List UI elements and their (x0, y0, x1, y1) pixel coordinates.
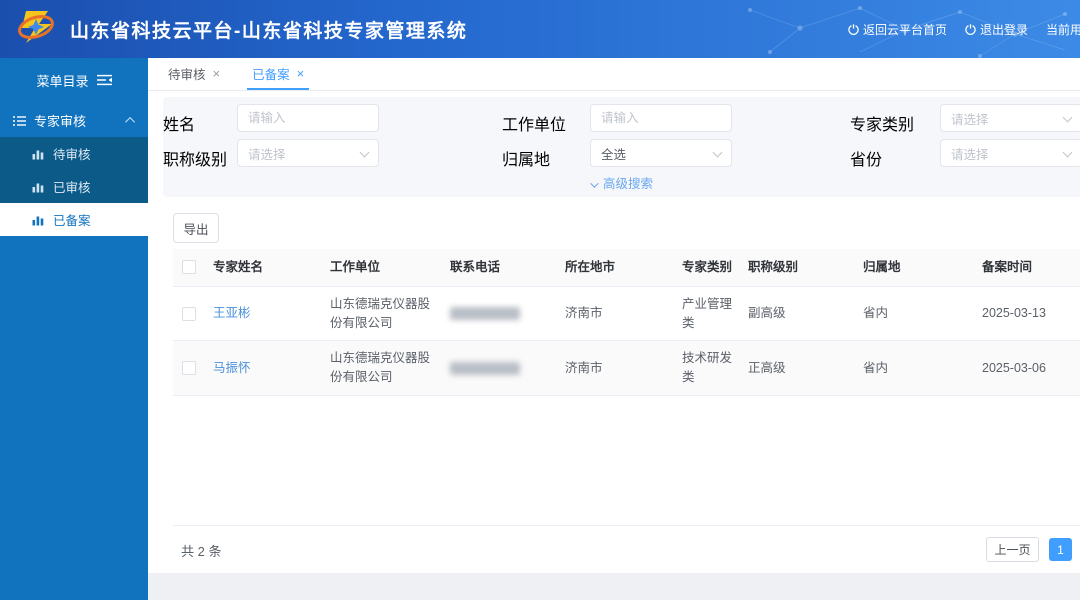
menu-fold-icon (97, 74, 112, 86)
chevron-up-icon (125, 117, 135, 127)
filter-label-region: 归属地 (502, 146, 582, 170)
filter-label-title-level: 职称级别 (163, 146, 228, 170)
title-level-select[interactable]: 请选择 (237, 139, 379, 167)
col-phone: 联系电话 (442, 249, 557, 286)
close-icon[interactable]: × (297, 67, 305, 80)
title-level-text: 副高级 (740, 287, 855, 341)
select-value: 全选 (601, 144, 626, 163)
filter-label-org: 工作单位 (502, 111, 582, 135)
advanced-search-link[interactable]: 高级搜索 (163, 173, 1080, 192)
sidebar-item-recorded[interactable]: 已备案 (0, 203, 148, 236)
filter-label-name: 姓名 (163, 111, 228, 135)
province-select[interactable]: 请选择 (940, 139, 1080, 167)
col-category: 专家类别 (674, 249, 740, 286)
filter-panel: 姓名 工作单位 专家类别 请选择 职称级别 请选择 归属地 全选 省份 请选择 … (163, 97, 1080, 197)
row-checkbox[interactable] (182, 361, 196, 375)
sidebar-item-pending-review[interactable]: 待审核 (0, 137, 148, 170)
record-date-text: 2025-03-13 (974, 287, 1080, 341)
select-placeholder: 请选择 (951, 144, 989, 163)
select-placeholder: 请选择 (951, 109, 989, 128)
chevron-down-icon (360, 148, 370, 158)
tab-label: 待审核 (168, 64, 206, 83)
col-region: 归属地 (855, 249, 974, 286)
filter-label-province: 省份 (850, 146, 930, 170)
chevron-down-icon (713, 148, 723, 158)
select-all-checkbox[interactable] (182, 260, 196, 274)
city-text: 济南市 (557, 287, 674, 341)
work-unit-text: 山东德瑞克仪器股份有限公司 (330, 349, 434, 387)
col-record-date: 备案时间 (974, 249, 1080, 286)
col-work-unit: 工作单位 (322, 249, 442, 286)
tab-label: 已备案 (252, 64, 290, 83)
return-cloud-home-link[interactable]: 返回云平台首页 (848, 21, 947, 38)
name-input[interactable] (237, 104, 379, 132)
category-text: 产业管理类 (674, 287, 740, 341)
record-date-text: 2025-03-06 (974, 341, 1080, 395)
sidebar-section-expert-review[interactable]: 专家审核 (0, 104, 148, 137)
logout-label: 退出登录 (980, 21, 1028, 38)
power-icon (848, 24, 859, 35)
table-row: 王亚彬 山东德瑞克仪器股份有限公司 济南市 产业管理类 副高级 省内 2025-… (173, 287, 1080, 342)
bar-chart-icon (32, 148, 44, 160)
sidebar-submenu: 待审核 已审核 已备案 (0, 137, 148, 236)
org-input[interactable] (590, 104, 732, 132)
region-text: 省内 (855, 287, 974, 341)
tab-bar: 待审核 × 已备案 × (148, 58, 1080, 91)
return-cloud-home-label: 返回云平台首页 (863, 21, 947, 38)
page-1-button[interactable]: 1 (1049, 538, 1072, 561)
list-icon (13, 115, 26, 127)
app-header: 山东省科技云平台-山东省科技专家管理系统 返回云平台首页 退出登录 当前用户：山… (0, 0, 1080, 58)
col-title-level: 职称级别 (740, 249, 855, 286)
bar-chart-icon (32, 181, 44, 193)
bar-chart-icon (32, 214, 44, 226)
table-header-row: 专家姓名 工作单位 联系电话 所在地市 专家类别 职称级别 归属地 备案时间 (173, 249, 1080, 287)
experts-table: 专家姓名 工作单位 联系电话 所在地市 专家类别 职称级别 归属地 备案时间 王… (173, 249, 1080, 526)
work-unit-text: 山东德瑞克仪器股份有限公司 (330, 295, 434, 333)
app-logo-icon (14, 6, 58, 53)
chevron-down-icon (1063, 148, 1073, 158)
menu-directory-label: 菜单目录 (36, 71, 88, 90)
table-row: 马振怀 山东德瑞克仪器股份有限公司 济南市 技术研发类 正高级 省内 2025-… (173, 341, 1080, 396)
expert-name-link[interactable]: 王亚彬 (213, 304, 251, 323)
phone-redacted (450, 307, 520, 320)
chevron-down-icon (1063, 113, 1073, 123)
close-icon[interactable]: × (213, 67, 221, 80)
header-right-links: 返回云平台首页 退出登录 当前用户：山东 (848, 0, 1080, 58)
tab-pending-review[interactable]: 待审核 × (163, 58, 225, 90)
phone-redacted (450, 362, 520, 375)
app-title: 山东省科技云平台-山东省科技专家管理系统 (70, 16, 467, 43)
category-select[interactable]: 请选择 (940, 104, 1080, 132)
total-count-label: 共 2 条 (181, 541, 221, 560)
row-checkbox[interactable] (182, 307, 196, 321)
sidebar-item-reviewed[interactable]: 已审核 (0, 170, 148, 203)
filter-label-category: 专家类别 (850, 111, 930, 135)
sidebar-section-label: 专家审核 (34, 111, 86, 130)
sidebar-item-label: 已备案 (53, 210, 91, 229)
advanced-search-label: 高级搜索 (603, 177, 653, 191)
menu-directory-toggle[interactable]: 菜单目录 (0, 58, 148, 96)
chevron-down-icon (590, 179, 598, 187)
category-text: 技术研发类 (674, 341, 740, 395)
region-text: 省内 (855, 341, 974, 395)
logout-link[interactable]: 退出登录 (965, 21, 1028, 38)
col-expert-name: 专家姓名 (205, 249, 322, 286)
tab-recorded[interactable]: 已备案 × (247, 58, 309, 90)
sidebar: 菜单目录 专家审核 待审核 已审核 已备案 (0, 58, 148, 600)
title-level-text: 正高级 (740, 341, 855, 395)
expert-name-link[interactable]: 马振怀 (213, 359, 251, 378)
prev-page-button[interactable]: 上一页 (986, 537, 1039, 562)
col-city: 所在地市 (557, 249, 674, 286)
select-placeholder: 请选择 (248, 144, 286, 163)
current-user-label: 当前用户：山东 (1046, 21, 1080, 38)
region-select[interactable]: 全选 (590, 139, 732, 167)
sidebar-item-label: 已审核 (53, 177, 91, 196)
export-button[interactable]: 导出 (173, 213, 219, 243)
city-text: 济南市 (557, 341, 674, 395)
sidebar-item-label: 待审核 (53, 144, 91, 163)
power-icon (965, 24, 976, 35)
